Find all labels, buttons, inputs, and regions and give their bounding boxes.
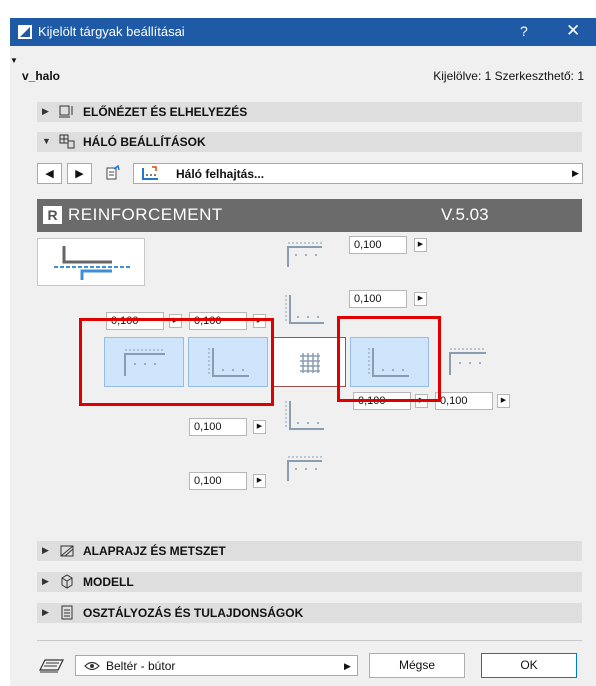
right-offset-field-2[interactable]: 0,100 xyxy=(435,392,493,410)
eye-icon xyxy=(84,661,100,671)
selection-info: Kijelölve: 1 Szerkeszthető: 1 xyxy=(433,69,584,83)
favorites-dropdown[interactable]: Beltér - bútor ▶ xyxy=(75,655,358,676)
section-label: HÁLÓ BEÁLLÍTÁSOK xyxy=(83,135,206,149)
object-name: v_halo xyxy=(22,69,61,83)
model-cube-icon xyxy=(61,574,73,589)
section-preview-button[interactable] xyxy=(37,238,145,286)
section-label: MODELL xyxy=(83,575,134,589)
document-arrow-icon xyxy=(106,165,120,180)
reinforcement-title: REINFORCEMENT xyxy=(68,205,223,224)
bottom-inner-mesh-icon xyxy=(285,401,324,430)
top-offset-arrow-1[interactable]: ▶ xyxy=(414,238,427,252)
top-offset-field-2[interactable]: 0,100 xyxy=(349,290,407,308)
footer-separator xyxy=(37,640,582,641)
pin-icon: ▼ xyxy=(10,56,18,65)
dropdown-arrow-icon: ▶ xyxy=(344,661,351,671)
top-mesh-fold-icon xyxy=(287,242,322,267)
bottom-offset-field-2[interactable]: 0,100 xyxy=(189,472,247,490)
bottom-offset-arrow-2[interactable]: ▶ xyxy=(253,474,266,488)
archicad-logo-icon xyxy=(18,25,32,39)
expand-arrow-icon[interactable]: ▶ xyxy=(42,106,49,117)
document-arrow-button[interactable] xyxy=(97,163,127,184)
section-model[interactable]: ▶ MODELL xyxy=(37,572,582,592)
collapse-arrow-icon[interactable]: ▼ xyxy=(42,136,51,146)
highlight-box-right xyxy=(337,316,441,402)
section-classification-properties[interactable]: ▶ OSZTÁLYOZÁS ÉS TULAJDONSÁGOK xyxy=(37,603,582,623)
previous-page-button[interactable]: ◀ xyxy=(37,163,62,184)
top-offset-arrow-2[interactable]: ▶ xyxy=(414,292,427,306)
next-page-button[interactable]: ▶ xyxy=(67,163,92,184)
floorplan-section-icon xyxy=(60,545,74,557)
mesh-settings-icon xyxy=(59,134,75,149)
right-outer-mesh-tile[interactable] xyxy=(432,337,498,387)
bottom-offset-arrow-1[interactable]: ▶ xyxy=(253,420,266,434)
expand-arrow-icon[interactable]: ▶ xyxy=(42,607,49,618)
reinforcement-banner: R REINFORCEMENT V.5.03 xyxy=(37,199,582,232)
right-offset-arrow-2[interactable]: ▶ xyxy=(497,394,510,408)
section-label: ALAPRAJZ ÉS METSZET xyxy=(83,544,226,558)
preview-placement-icon xyxy=(59,105,73,118)
section-label: ELŐNÉZET ÉS ELHELYEZÉS xyxy=(83,105,248,119)
expand-arrow-icon[interactable]: ▶ xyxy=(42,545,49,556)
reinforcement-logo: R xyxy=(43,206,62,224)
help-button[interactable]: ? xyxy=(520,23,528,39)
expand-arrow-icon[interactable]: ▶ xyxy=(42,576,49,587)
classification-list-icon xyxy=(61,605,73,620)
title-bar: Kijelölt tárgyak beállításai ? ✕ xyxy=(10,18,596,46)
dropdown-arrow-icon: ▶ xyxy=(572,168,579,178)
top-inner-mesh-icon xyxy=(285,295,324,324)
mesh-fold-dropdown[interactable]: Háló felhajtás... ▶ xyxy=(133,163,583,184)
bottom-outer-mesh-icon xyxy=(287,456,322,481)
window-title: Kijelölt tárgyak beállításai xyxy=(38,24,185,39)
dropdown-label: Háló felhajtás... xyxy=(176,167,265,181)
favorites-label: Beltér - bútor xyxy=(106,659,176,673)
section-floorplan-section[interactable]: ▶ ALAPRAJZ ÉS METSZET xyxy=(37,541,582,561)
bottom-offset-field-1[interactable]: 0,100 xyxy=(189,418,247,436)
mesh-center-tile[interactable] xyxy=(272,337,346,387)
section-mesh-settings[interactable]: ▼ HÁLÓ BEÁLLÍTÁSOK xyxy=(37,132,582,152)
ok-button[interactable]: OK xyxy=(481,653,577,678)
highlight-box-left xyxy=(79,318,274,406)
right-outer-mesh-icon xyxy=(449,348,486,375)
section-label: OSZTÁLYOZÁS ÉS TULAJDONSÁGOK xyxy=(83,606,304,620)
favorites-icon[interactable] xyxy=(37,656,65,674)
mesh-grid-icon xyxy=(300,353,320,373)
mesh-fold-icon xyxy=(142,166,158,180)
cancel-button[interactable]: Mégse xyxy=(369,653,465,678)
close-button[interactable]: ✕ xyxy=(566,21,580,41)
wall-section-icon xyxy=(54,246,130,280)
section-preview-placement[interactable]: ▶ ELŐNÉZET ÉS ELHELYEZÉS xyxy=(37,102,582,122)
top-offset-field-1[interactable]: 0,100 xyxy=(349,236,407,254)
reinforcement-version: V.5.03 xyxy=(441,205,489,224)
